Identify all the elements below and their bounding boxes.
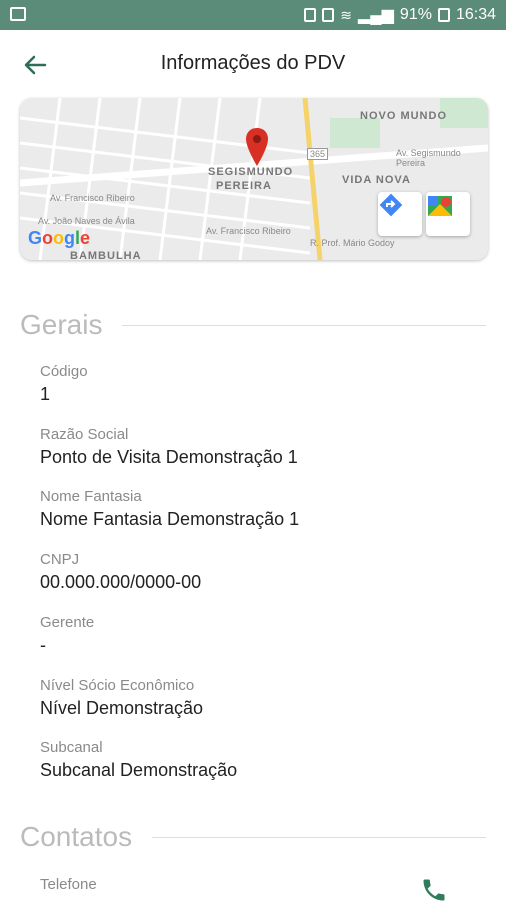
field-label: Nível Sócio Econômico [40, 677, 195, 694]
street-joao-naves: Av. João Naves de Ávila [38, 216, 135, 226]
field-cnpj: CNPJ 00.000.000/0000-00 [40, 551, 201, 593]
field-value: Ponto de Visita Demonstração 1 [40, 447, 298, 467]
signal-icon: ▂▄▆ [357, 7, 394, 24]
location-pin-icon [246, 128, 268, 166]
section-contatos-header: Contatos [20, 817, 486, 857]
section-title-gerais: Gerais [20, 309, 103, 340]
map-label-pereira: PEREIRA [216, 180, 272, 192]
sim-icon [304, 8, 317, 22]
battery-percent: 91% [399, 6, 432, 23]
directions-icon [379, 193, 403, 217]
field-value: 1 [40, 384, 51, 404]
field-telefone: Telefone [40, 876, 97, 897]
gallery-notification-icon [10, 7, 26, 21]
street-francisco-ribeiro-2: Av. Francisco Ribeiro [206, 226, 291, 236]
field-label: Telefone [40, 876, 97, 893]
field-label: Razão Social [40, 426, 129, 443]
field-label: Código [40, 363, 88, 380]
field-gerente: Gerente - [40, 614, 94, 656]
google-maps-icon [428, 196, 452, 216]
alarm-icon [322, 8, 335, 22]
field-value: - [40, 635, 46, 655]
road-badge: 365 [307, 148, 329, 160]
section-divider [152, 836, 486, 838]
field-nivel-socio-economico: Nível Sócio Econômico Nível Demonstração [40, 677, 203, 719]
street-mario-godoy: R. Prof. Mário Godoy [310, 238, 395, 248]
status-bar: ≋ ▂▄▆ 91% 16:34 [0, 0, 506, 30]
status-icons: ≋ ▂▄▆ 91% 16:34 [304, 0, 496, 30]
field-subcanal: Subcanal Subcanal Demonstração [40, 739, 237, 781]
clock: 16:34 [455, 6, 496, 23]
section-gerais-header: Gerais [20, 305, 486, 345]
battery-icon [437, 8, 450, 22]
field-value: Nível Demonstração [40, 698, 204, 718]
field-value: Subcanal Demonstração [40, 760, 238, 780]
field-label: CNPJ [40, 551, 80, 568]
field-label: Subcanal [40, 739, 103, 756]
map-label-bambulha: BAMBULHA [70, 250, 142, 260]
wifi-icon: ≋ [340, 6, 352, 23]
street-francisco-ribeiro: Av. Francisco Ribeiro [50, 193, 135, 203]
app-bar: Informações do PDV [0, 30, 506, 102]
directions-button[interactable] [378, 192, 422, 236]
open-maps-button[interactable] [426, 192, 470, 236]
field-razao-social: Razão Social Ponto de Visita Demonstraçã… [40, 426, 298, 468]
field-nome-fantasia: Nome Fantasia Nome Fantasia Demonstração… [40, 488, 299, 530]
map-label-novo-mundo: NOVO MUNDO [360, 110, 447, 122]
field-codigo: Código 1 [40, 363, 88, 405]
section-divider [122, 324, 486, 326]
map-label-vida-nova: VIDA NOVA [342, 174, 411, 186]
field-value: Nome Fantasia Demonstração 1 [40, 509, 300, 529]
page-title: Informações do PDV [160, 52, 346, 74]
section-title-contatos: Contatos [20, 821, 133, 852]
field-label: Nome Fantasia [40, 488, 142, 505]
field-value: 00.000.000/0000-00 [40, 572, 202, 592]
field-label: Gerente [40, 614, 95, 631]
map-preview[interactable]: NOVO MUNDO SEGISMUNDO PEREIRA VIDA NOVA … [20, 98, 488, 260]
google-logo: Google [28, 228, 91, 248]
street-segismundo: Av. Segismundo Pereira [396, 148, 461, 168]
